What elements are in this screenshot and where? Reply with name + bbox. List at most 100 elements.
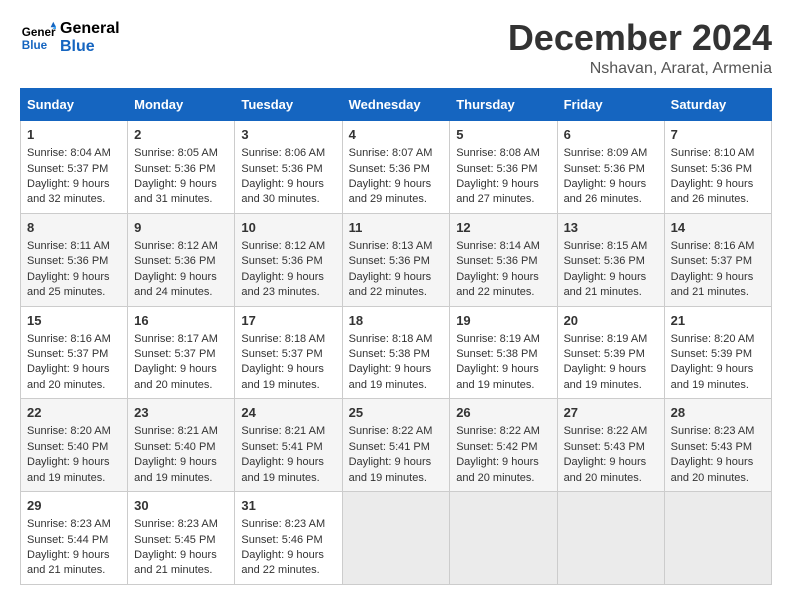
calendar-cell: 20Sunrise: 8:19 AMSunset: 5:39 PMDayligh…	[557, 306, 664, 399]
calendar-cell: 2Sunrise: 8:05 AMSunset: 5:36 PMDaylight…	[128, 121, 235, 214]
calendar-cell: 19Sunrise: 8:19 AMSunset: 5:38 PMDayligh…	[450, 306, 557, 399]
calendar-cell: 24 Sunrise: 8:21 AM Sunset: 5:41 PM Dayligh…	[235, 399, 342, 492]
day-number: 19	[456, 312, 550, 330]
day-number: 24	[241, 404, 335, 422]
sunset-text: Sunset: 5:36 PM	[134, 255, 215, 267]
sunset-text: Sunset: 5:36 PM	[671, 163, 752, 175]
daylight-text: Daylight: 9 hours and 29 minutes.	[349, 178, 432, 205]
logo: General Blue General Blue	[20, 20, 120, 56]
sunset-text: Sunset: 5:41 PM	[241, 441, 322, 453]
sunrise-text: Sunrise: 8:22 AM	[349, 425, 433, 437]
logo-blue: Blue	[60, 38, 120, 56]
calendar-cell	[450, 492, 557, 585]
daylight-text: Daylight: 9 hours and 20 minutes.	[671, 456, 754, 483]
sunset-text: Sunset: 5:43 PM	[564, 441, 645, 453]
sunset-text: Sunset: 5:37 PM	[671, 255, 752, 267]
daylight-text: Daylight: 9 hours and 22 minutes.	[456, 271, 539, 298]
sunrise-text: Sunrise: 8:11 AM	[27, 240, 110, 252]
day-number: 26	[456, 404, 550, 422]
sunrise-text: Sunrise: 8:22 AM	[564, 425, 648, 437]
sunset-text: Sunset: 5:39 PM	[671, 348, 752, 360]
daylight-text: Daylight: 9 hours and 26 minutes.	[564, 178, 647, 205]
daylight-text: Daylight: 9 hours and 19 minutes.	[349, 363, 432, 390]
sunrise-text: Sunrise: 8:06 AM	[241, 147, 325, 159]
daylight-text: Daylight: 9 hours and 32 minutes.	[27, 178, 110, 205]
day-number: 1	[27, 126, 121, 144]
calendar-cell: 21Sunrise: 8:20 AMSunset: 5:39 PMDayligh…	[664, 306, 771, 399]
daylight-text: Daylight: 9 hours and 19 minutes.	[241, 456, 324, 483]
daylight-text: Daylight: 9 hours and 24 minutes.	[134, 271, 217, 298]
location-title: Nshavan, Ararat, Armenia	[508, 60, 772, 78]
calendar-cell	[664, 492, 771, 585]
sunset-text: Sunset: 5:37 PM	[27, 163, 108, 175]
sunrise-text: Sunrise: 8:23 AM	[134, 518, 218, 530]
header: General Blue General Blue December 2024 …	[20, 20, 772, 78]
sunset-text: Sunset: 5:44 PM	[27, 534, 108, 546]
sunrise-text: Sunrise: 8:23 AM	[27, 518, 111, 530]
calendar-cell: 13Sunrise: 8:15 AMSunset: 5:36 PMDayligh…	[557, 213, 664, 306]
daylight-text: Daylight: 9 hours and 19 minutes.	[456, 363, 539, 390]
weekday-header-monday: Monday	[128, 89, 235, 121]
day-number: 11	[349, 219, 444, 237]
sunrise-text: Sunrise: 8:09 AM	[564, 147, 648, 159]
sunset-text: Sunset: 5:36 PM	[456, 163, 537, 175]
sunset-text: Sunset: 5:37 PM	[27, 348, 108, 360]
calendar-cell: 7 Sunrise: 8:10 AM Sunset: 5:36 PM Daylight…	[664, 121, 771, 214]
calendar-cell: 1 Sunrise: 8:04 AM Sunset: 5:37 PM Daylight…	[21, 121, 128, 214]
weekday-header-row: SundayMondayTuesdayWednesdayThursdayFrid…	[21, 89, 772, 121]
day-number: 2	[134, 126, 228, 144]
day-number: 13	[564, 219, 658, 237]
daylight-text: Daylight: 9 hours and 19 minutes.	[27, 456, 110, 483]
daylight-text: Daylight: 9 hours and 20 minutes.	[27, 363, 110, 390]
day-number: 9	[134, 219, 228, 237]
daylight-text: Daylight: 9 hours and 21 minutes.	[27, 549, 110, 576]
sunset-text: Sunset: 5:36 PM	[349, 255, 430, 267]
day-number: 14	[671, 219, 765, 237]
daylight-text: Daylight: 9 hours and 21 minutes.	[134, 549, 217, 576]
sunrise-text: Sunrise: 8:04 AM	[27, 147, 111, 159]
sunset-text: Sunset: 5:38 PM	[456, 348, 537, 360]
calendar-cell: 17Sunrise: 8:18 AMSunset: 5:37 PMDayligh…	[235, 306, 342, 399]
weekday-header-saturday: Saturday	[664, 89, 771, 121]
sunrise-text: Sunrise: 8:10 AM	[671, 147, 755, 159]
sunrise-text: Sunrise: 8:23 AM	[241, 518, 325, 530]
sunset-text: Sunset: 5:36 PM	[456, 255, 537, 267]
calendar-cell: 11Sunrise: 8:13 AMSunset: 5:36 PMDayligh…	[342, 213, 450, 306]
weekday-header-thursday: Thursday	[450, 89, 557, 121]
daylight-text: Daylight: 9 hours and 20 minutes.	[564, 456, 647, 483]
daylight-text: Daylight: 9 hours and 26 minutes.	[671, 178, 754, 205]
daylight-text: Daylight: 9 hours and 20 minutes.	[134, 363, 217, 390]
weekday-header-tuesday: Tuesday	[235, 89, 342, 121]
day-number: 20	[564, 312, 658, 330]
sunset-text: Sunset: 5:42 PM	[456, 441, 537, 453]
day-number: 25	[349, 404, 444, 422]
sunset-text: Sunset: 5:46 PM	[241, 534, 322, 546]
sunrise-text: Sunrise: 8:17 AM	[134, 333, 218, 345]
day-number: 10	[241, 219, 335, 237]
sunset-text: Sunset: 5:39 PM	[564, 348, 645, 360]
daylight-text: Daylight: 9 hours and 21 minutes.	[564, 271, 647, 298]
day-number: 3	[241, 126, 335, 144]
svg-text:Blue: Blue	[22, 39, 48, 52]
sunrise-text: Sunrise: 8:21 AM	[241, 425, 325, 437]
sunrise-text: Sunrise: 8:20 AM	[671, 333, 755, 345]
daylight-text: Daylight: 9 hours and 21 minutes.	[671, 271, 754, 298]
calendar-cell: 8Sunrise: 8:11 AMSunset: 5:36 PMDaylight…	[21, 213, 128, 306]
daylight-text: Daylight: 9 hours and 20 minutes.	[456, 456, 539, 483]
day-number: 7	[671, 126, 765, 144]
day-number: 21	[671, 312, 765, 330]
calendar-cell: 3Sunrise: 8:06 AMSunset: 5:36 PMDaylight…	[235, 121, 342, 214]
calendar-week-row: 8Sunrise: 8:11 AMSunset: 5:36 PMDaylight…	[21, 213, 772, 306]
sunrise-text: Sunrise: 8:16 AM	[27, 333, 111, 345]
calendar-table: SundayMondayTuesdayWednesdayThursdayFrid…	[20, 88, 772, 585]
calendar-cell: 9Sunrise: 8:12 AMSunset: 5:36 PMDaylight…	[128, 213, 235, 306]
daylight-text: Daylight: 9 hours and 22 minutes.	[241, 549, 324, 576]
sunset-text: Sunset: 5:41 PM	[349, 441, 430, 453]
sunset-text: Sunset: 5:40 PM	[134, 441, 215, 453]
weekday-header-wednesday: Wednesday	[342, 89, 450, 121]
logo-icon: General Blue	[20, 20, 56, 56]
calendar-cell: 16Sunrise: 8:17 AMSunset: 5:37 PMDayligh…	[128, 306, 235, 399]
day-number: 31	[241, 497, 335, 515]
month-title: December 2024	[508, 20, 772, 56]
calendar-cell: 4Sunrise: 8:07 AMSunset: 5:36 PMDaylight…	[342, 121, 450, 214]
